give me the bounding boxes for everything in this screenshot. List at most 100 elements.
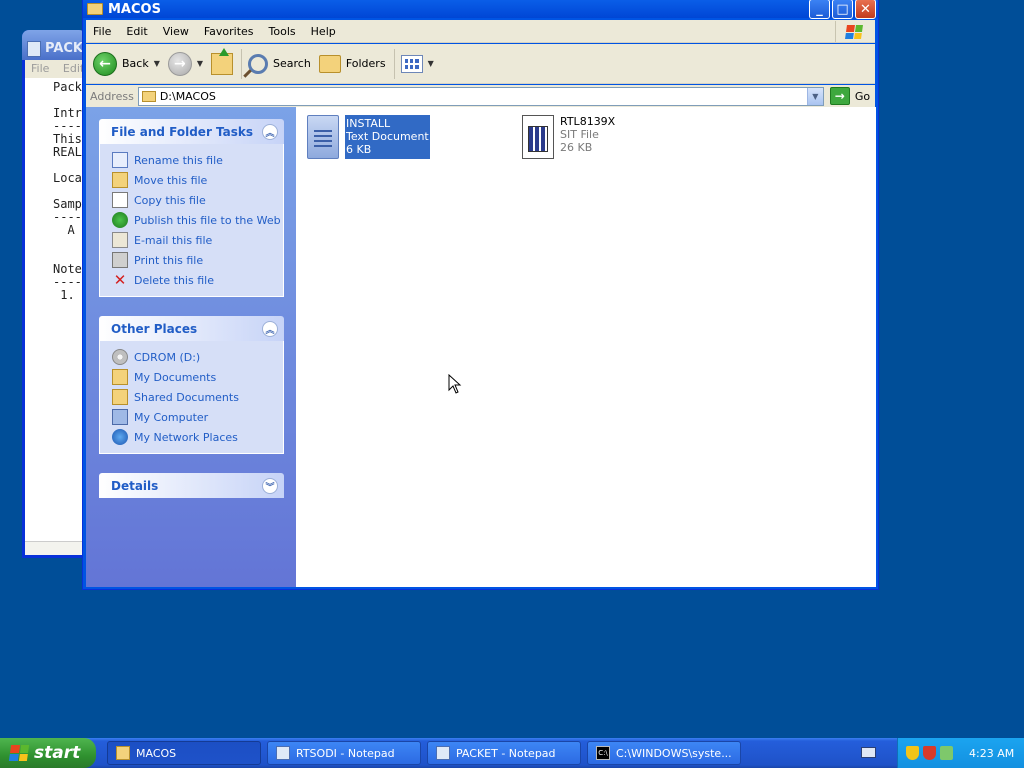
network-places-icon [112,429,128,445]
task-label: Rename this file [134,153,223,167]
place-shared-documents[interactable]: Shared Documents [112,387,283,407]
collapse-chevron-icon[interactable]: ︽ [262,321,278,337]
my-computer-icon [112,409,128,425]
menu-view[interactable]: View [163,25,189,38]
place-label: Shared Documents [134,390,239,404]
taskbar-button-label: MACOS [136,746,177,760]
folders-button[interactable]: Folders [318,54,386,73]
taskbar-button-rtsodi-notepad[interactable]: RTSODI - Notepad [267,741,421,765]
keyboard-language-icon[interactable] [861,747,876,758]
views-icon [400,54,423,73]
notepad-menubar: File Edit [25,60,86,78]
notepad-menu-file[interactable]: File [31,62,49,75]
go-label: Go [854,89,871,103]
file-name: RTL8139X [560,115,616,128]
toolbar-separator [241,48,243,79]
address-dropdown-icon[interactable]: ▼ [806,87,823,105]
menu-favorites[interactable]: Favorites [204,25,254,38]
address-input[interactable]: D:\MACOS ▼ [137,86,824,106]
cdrom-icon [112,349,128,365]
task-delete-file[interactable]: ✕ Delete this file [112,270,283,290]
file-folder-tasks-header[interactable]: File and Folder Tasks ︽ [99,119,284,144]
task-label: Publish this file to the Web [134,213,281,227]
views-button[interactable]: ▼ [400,54,434,73]
task-publish-file[interactable]: Publish this file to the Web [112,210,283,230]
up-button[interactable] [211,47,234,75]
sit-file-icon [522,115,554,159]
expand-chevron-icon[interactable]: ︾ [262,478,278,494]
forward-arrow-icon: → [167,51,192,76]
file-folder-tasks-list: Rename this file Move this file Copy thi… [99,144,284,297]
other-places-header[interactable]: Other Places ︽ [99,316,284,341]
search-icon [248,53,269,74]
shared-documents-icon [112,389,128,405]
close-button[interactable]: ✕ [855,0,876,19]
menu-file[interactable]: File [93,25,111,38]
notepad-text-area[interactable]: Pack Intr ---- This REAL Loca Samp ---- … [25,78,86,542]
back-label: Back [122,57,149,70]
toolbar-separator [393,48,395,79]
file-item-install[interactable]: INSTALL Text Document 6 KB [307,115,430,159]
other-places-panel: Other Places ︽ CDROM (D:) My Documents S… [99,316,284,454]
place-label: My Documents [134,370,217,384]
place-my-network-places[interactable]: My Network Places [112,427,283,447]
back-button[interactable]: ← Back ▼ [93,51,160,76]
task-rename-file[interactable]: Rename this file [112,150,283,170]
back-dropdown-icon[interactable]: ▼ [154,59,160,68]
place-my-computer[interactable]: My Computer [112,407,283,427]
window-title: MACOS [108,1,161,17]
file-item-rtl8139x[interactable]: RTL8139X SIT File 26 KB [522,115,615,159]
details-panel: Details ︾ [99,473,284,498]
minimize-button[interactable]: _ [809,0,830,19]
task-print-file[interactable]: Print this file [112,250,283,270]
file-size: 26 KB [560,141,593,154]
task-label: E-mail this file [134,233,213,247]
file-list-view[interactable]: INSTALL Text Document 6 KB RTL8139X SIT … [296,107,876,587]
network-connection-icon[interactable] [940,746,953,760]
background-notepad-window[interactable]: PACK File Edit Pack Intr ---- This REAL … [22,30,86,558]
address-value: D:\MACOS [159,89,216,103]
task-copy-file[interactable]: Copy this file [112,190,283,210]
start-button[interactable]: start [0,738,96,768]
task-label: Delete this file [134,273,214,287]
notepad-horizontal-scrollbar[interactable] [25,541,86,555]
my-documents-icon [112,369,128,385]
task-pane: File and Folder Tasks ︽ Rename this file… [86,107,296,587]
explorer-titlebar[interactable]: MACOS _ □ ✕ [83,0,878,19]
task-email-file[interactable]: E-mail this file [112,230,283,250]
menu-edit[interactable]: Edit [126,25,147,38]
details-header[interactable]: Details ︾ [99,473,284,498]
clock[interactable]: 4:23 AM [969,747,1014,760]
forward-button[interactable]: → ▼ [167,51,203,76]
task-move-file[interactable]: Move this file [112,170,283,190]
place-my-documents[interactable]: My Documents [112,367,283,387]
file-type: SIT File [560,128,599,141]
go-button[interactable]: → Go [829,87,871,105]
search-button[interactable]: Search [248,53,311,74]
taskbar-button-macos[interactable]: MACOS [107,741,261,765]
security-shield-icon[interactable] [906,746,919,760]
place-label: My Network Places [134,430,238,444]
address-label: Address [90,89,134,103]
menu-tools[interactable]: Tools [269,25,296,38]
delete-icon: ✕ [113,271,127,289]
taskbar-button-command-prompt[interactable]: C:\ C:\WINDOWS\syste... [587,741,741,765]
place-cdrom[interactable]: CDROM (D:) [112,347,283,367]
start-label: start [34,743,81,763]
publish-icon [112,212,128,228]
task-label: Copy this file [134,193,206,207]
maximize-button[interactable]: □ [832,0,853,19]
forward-dropdown-icon[interactable]: ▼ [197,59,203,68]
task-label: Print this file [134,253,204,267]
folder-icon [116,746,130,760]
collapse-chevron-icon[interactable]: ︽ [262,124,278,140]
taskbar-button-packet-notepad[interactable]: PACKET - Notepad [427,741,581,765]
security-alert-icon[interactable] [923,746,936,760]
file-size: 6 KB [346,143,372,156]
standard-toolbar: ← Back ▼ → ▼ Search Folders ▼ [86,44,875,84]
search-label: Search [273,57,311,70]
menu-help[interactable]: Help [311,25,336,38]
views-dropdown-icon[interactable]: ▼ [428,59,434,68]
notepad-titlebar[interactable]: PACK [22,30,86,60]
taskbar: start MACOS RTSODI - Notepad PACKET - No… [0,738,1024,768]
